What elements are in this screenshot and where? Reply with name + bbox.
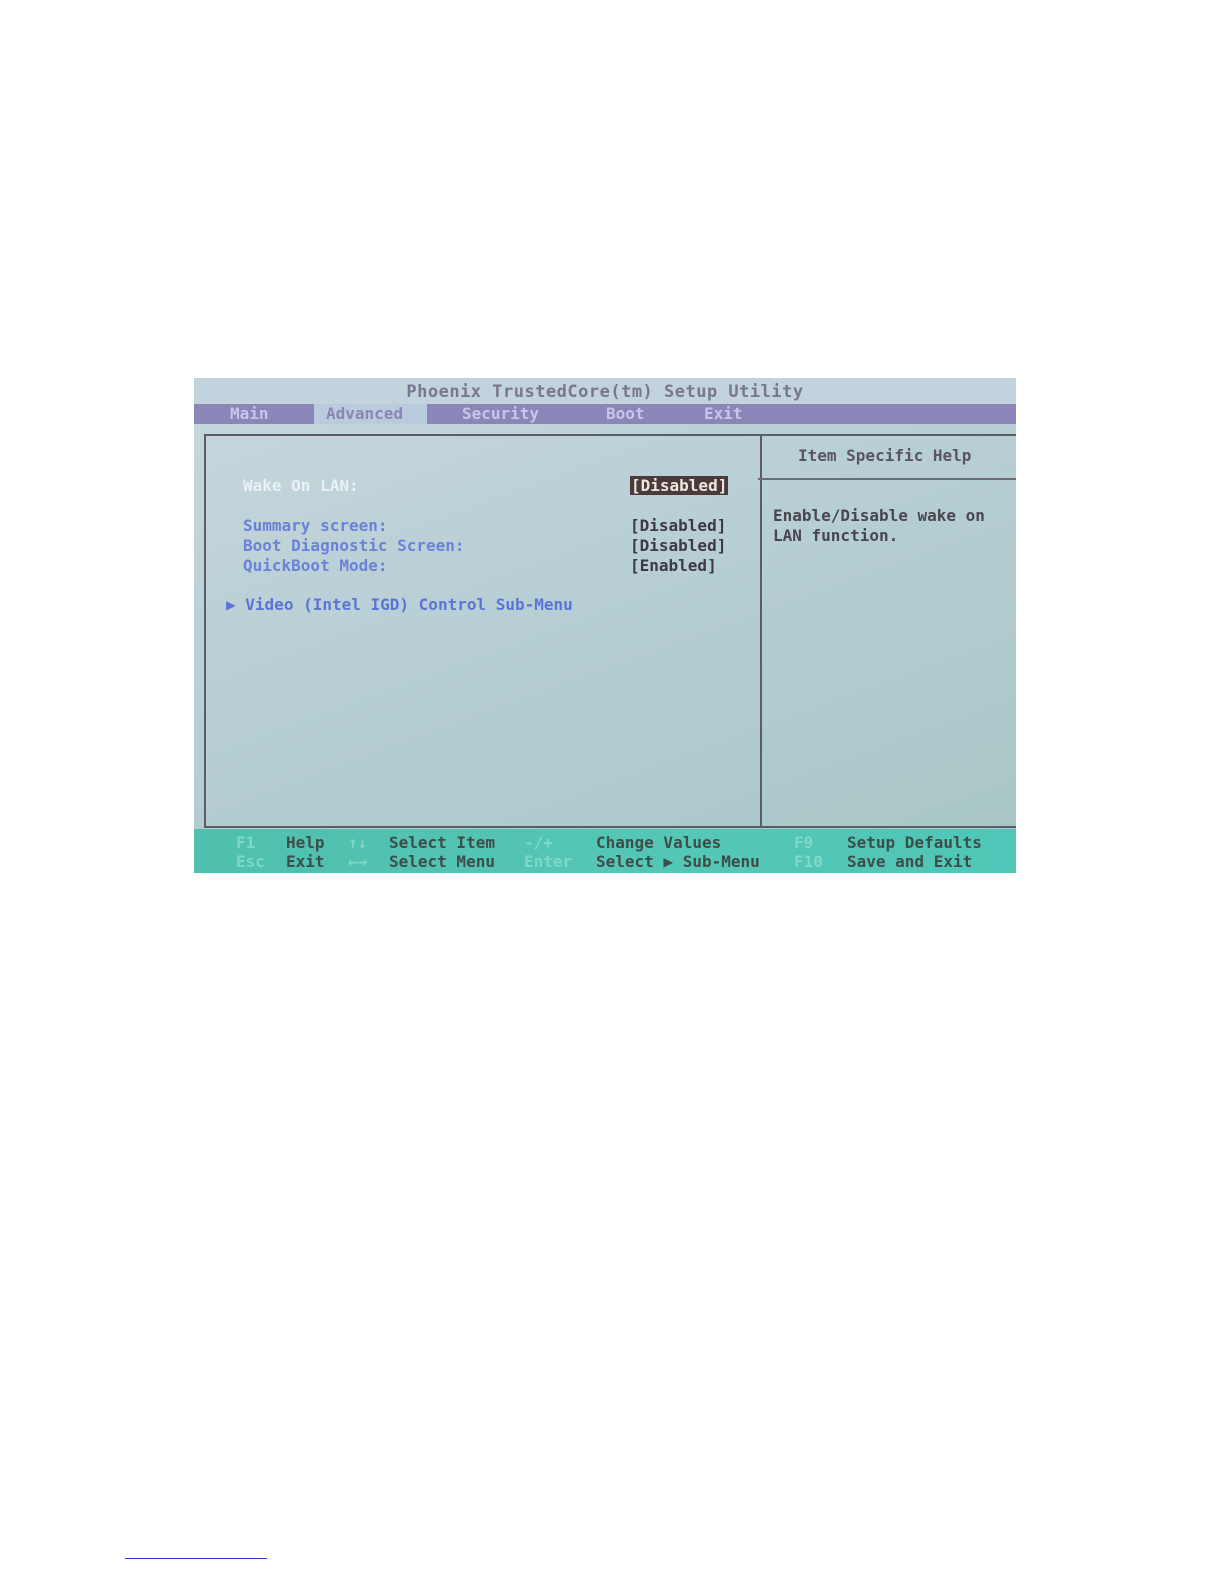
menu-tab-exit[interactable]: Exit [704, 404, 743, 424]
key-f10: F10 [794, 852, 823, 871]
bios-main-area: Wake On LAN: [Disabled] Summary screen: … [194, 424, 1016, 829]
menu-tab-advanced[interactable]: Advanced [314, 404, 428, 424]
key-desc-select-item: Select Item [389, 833, 495, 852]
help-text: Enable/Disable wake on LAN function. [773, 506, 985, 545]
bios-title-bar: Phoenix TrustedCore(tm) Setup Utility [194, 378, 1016, 404]
footnote-separator [125, 1558, 267, 1559]
key-desc-exit: Exit [286, 852, 325, 871]
submenu-video-control[interactable]: ▶ Video (Intel IGD) Control Sub-Menu [226, 595, 573, 614]
help-divider [758, 478, 1016, 480]
submenu-arrow-icon: ▶ [226, 595, 236, 614]
key-desc-save-exit: Save and Exit [847, 852, 973, 871]
key-desc-help: Help [286, 833, 325, 852]
settings-pane: Wake On LAN: [Disabled] Summary screen: … [204, 434, 762, 828]
submenu-label: Video (Intel IGD) Control Sub-Menu [245, 595, 573, 614]
setting-label-quickboot[interactable]: QuickBoot Mode: [243, 556, 388, 575]
setting-label-summary-screen[interactable]: Summary screen: [243, 516, 388, 535]
setting-label-boot-diagnostic[interactable]: Boot Diagnostic Screen: [243, 536, 465, 555]
key-minus-plus: -/+ [524, 833, 553, 852]
bios-title: Phoenix TrustedCore(tm) Setup Utility [406, 382, 804, 402]
bios-menu-bar: Main Advanced Security Boot Exit [194, 404, 1016, 424]
key-left-right: ←→ [348, 852, 368, 871]
selected-value-highlight: [Disabled] [630, 476, 729, 495]
key-f1: F1 [236, 833, 256, 852]
key-legend-footer: F1 Help ↑↓ Select Item -/+ Change Values… [194, 829, 1016, 873]
setting-label-wake-on-lan[interactable]: Wake On LAN: [243, 476, 359, 495]
key-enter: Enter [524, 852, 573, 871]
bios-photo: Phoenix TrustedCore(tm) Setup Utility Ma… [194, 378, 1016, 873]
key-up-down: ↑↓ [348, 833, 368, 852]
key-desc-select-menu: Select Menu [389, 852, 495, 871]
key-desc-select-submenu: Select ▶ Sub-Menu [596, 852, 760, 871]
menu-tab-main[interactable]: Main [230, 404, 269, 424]
help-pane: Item Specific Help Enable/Disable wake o… [758, 434, 1016, 828]
setting-value-quickboot[interactable]: [Enabled] [630, 556, 717, 575]
key-esc: Esc [236, 852, 265, 871]
menu-tab-security[interactable]: Security [462, 404, 539, 424]
menu-tab-boot[interactable]: Boot [606, 404, 645, 424]
help-title: Item Specific Help [798, 446, 972, 465]
key-desc-setup-defaults: Setup Defaults [847, 833, 982, 852]
key-f9: F9 [794, 833, 814, 852]
setting-value-wake-on-lan[interactable]: [Disabled] [630, 476, 729, 495]
setting-value-summary-screen[interactable]: [Disabled] [630, 516, 726, 535]
setting-value-boot-diagnostic[interactable]: [Disabled] [630, 536, 726, 555]
key-desc-change-values: Change Values [596, 833, 722, 852]
